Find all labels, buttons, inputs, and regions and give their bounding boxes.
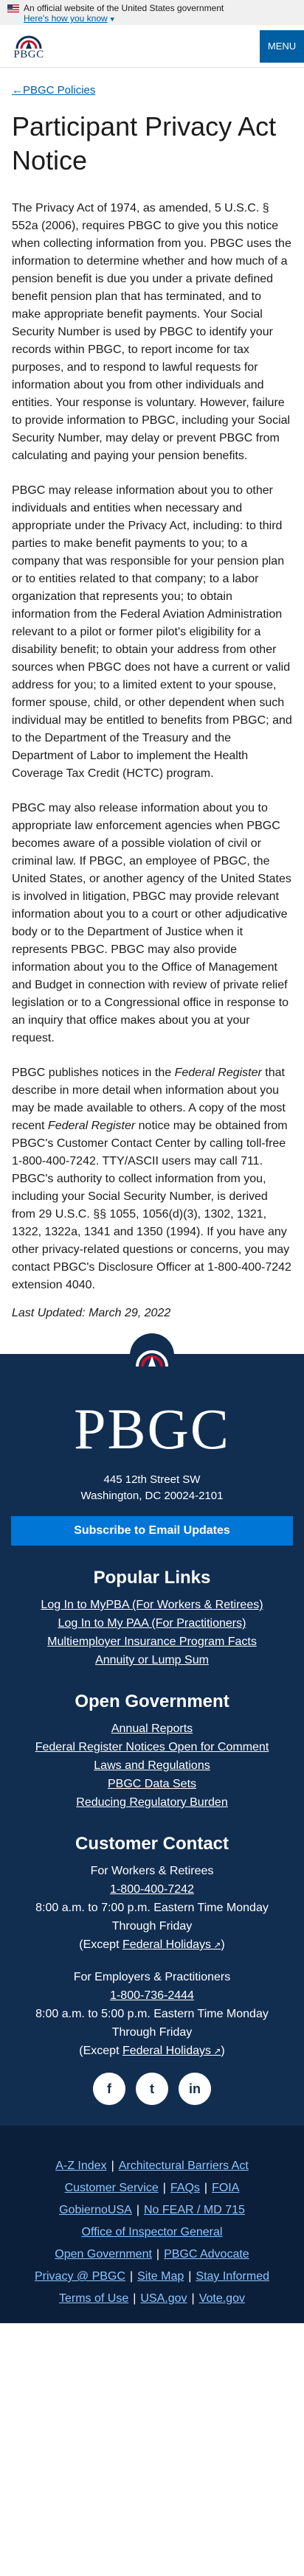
separator: | [162,2182,166,2194]
link-customer-service[interactable]: Customer Service [65,2182,159,2194]
heres-how-you-know-link[interactable]: Here's how you know [24,13,108,24]
link-reducing-burden[interactable]: Reducing Regulatory Burden [0,1793,304,1812]
page-title: Participant Privacy Act Notice [12,111,277,175]
link-pbgc-advocate[interactable]: PBGC Advocate [164,2248,249,2261]
paragraph-1: The Privacy Act of 1974, as amended, 5 U… [12,202,291,462]
separator: | [204,2182,208,2194]
link-stay-informed[interactable]: Stay Informed [196,2270,269,2283]
link-inspector-general[interactable]: Office of Inspector General [82,2226,223,2238]
bottom-row-2: Customer Service | FAQs | FOIA [12,2177,292,2199]
link-architectural-barriers[interactable]: Architectural Barriers Act [119,2160,249,2172]
site-footer: PBGC 445 12th Street SW Washington, DC 2… [0,1333,304,2126]
link-gobiernousa[interactable]: GobiernoUSA [59,2204,132,2216]
workers-hours-2: Through Friday [111,1920,193,1933]
practitioners-except-suffix: ) [221,2045,225,2057]
bottom-row-6: Privacy @ PBGC | Site Map | Stay Informed [12,2266,292,2288]
paragraph-4: PBGC publishes notices in the Federal Re… [12,1064,292,1294]
bottom-row-4: Office of Inspector General [12,2221,292,2244]
social-links: f t in [0,2073,304,2105]
link-annuity-lump-sum[interactable]: Annuity or Lump Sum [0,1651,304,1669]
us-flag-icon [7,4,19,13]
separator: | [133,2292,137,2305]
workers-except: (Except Federal Holidays) [0,1936,304,1955]
site-header: PBGC MENU [0,25,304,68]
footer-logo[interactable]: PBGC [0,1400,304,1459]
footer-address: 445 12th Street SW Washington, DC 20024-… [0,1472,304,1504]
bottom-row-1: A-Z Index | Architectural Barriers Act [12,2155,292,2177]
bottom-row-5: Open Government | PBGC Advocate [12,2244,292,2266]
separator: | [136,2204,139,2216]
link-laws-regulations[interactable]: Laws and Regulations [0,1756,304,1775]
customer-contact-heading: Customer Contact [75,1834,229,1854]
link-federal-register-notices[interactable]: Federal Register Notices Open for Commen… [0,1738,304,1756]
p4-federal-register-2: Federal Register [47,1120,136,1132]
menu-button[interactable]: MENU [260,29,304,63]
link-multiemployer-facts[interactable]: Multiemployer Insurance Program Facts [0,1633,304,1651]
workers-phone-link[interactable]: 1-800-400-7242 [0,1880,304,1899]
link-privacy[interactable]: Privacy @ PBGC [35,2270,125,2283]
separator: | [188,2270,192,2283]
link-data-sets[interactable]: PBGC Data Sets [0,1775,304,1793]
practitioners-except-prefix: (Except [79,2045,122,2057]
link-terms-of-use[interactable]: Terms of Use [59,2292,128,2305]
p4-federal-register-1: Federal Register [174,1067,262,1079]
link-no-fear[interactable]: No FEAR / MD 715 [144,2204,245,2216]
practitioners-phone-link[interactable]: 1-800-736-2444 [0,1986,304,2005]
breadcrumb-pbgc-policies[interactable]: ←PBGC Policies [12,68,292,97]
link-open-government[interactable]: Open Government [55,2248,152,2261]
separator: | [191,2292,195,2305]
workers-except-suffix: ) [221,1938,225,1951]
twitter-icon[interactable]: t [136,2073,168,2105]
practitioners-hours-2: Through Friday [111,2026,193,2039]
workers-except-prefix: (Except [79,1938,122,1951]
practitioners-holidays-link[interactable]: Federal Holidays [122,2045,221,2057]
subscribe-button[interactable]: Subscribe to Email Updates [11,1516,293,1546]
gov-banner-text-block: An official website of the United States… [24,3,224,24]
bottom-links: A-Z Index | Architectural Barriers Act Cus… [0,2126,304,2323]
last-updated: Last Updated: March 29, 2022 [12,1307,171,1319]
footer-emblem-icon [130,1333,174,1378]
link-usa-gov[interactable]: USA.gov [140,2292,187,2305]
address-line-2: Washington, DC 20024-2101 [80,1490,224,1502]
link-site-map[interactable]: Site Map [137,2270,184,2283]
linkedin-icon[interactable]: in [179,2073,211,2105]
open-government-heading: Open Government [75,1692,229,1711]
main-content: ←PBGC Policies Participant Privacy Act N… [0,68,304,1320]
pbgc-emblem-icon [15,35,42,49]
gov-banner-text: An official website of the United States… [24,3,224,13]
logo-wordmark: PBGC [13,48,44,60]
link-foia[interactable]: FOIA [212,2182,239,2194]
chevron-down-icon: ▼ [108,15,116,23]
paragraph-2: PBGC may release information about you t… [12,484,292,780]
link-vote-gov[interactable]: Vote.gov [199,2292,245,2305]
bottom-row-7: Terms of Use | USA.gov | Vote.gov [12,2288,292,2310]
link-annual-reports[interactable]: Annual Reports [0,1720,304,1738]
pbgc-logo[interactable]: PBGC [7,32,50,60]
breadcrumb-label: PBGC Policies [23,84,96,97]
workers-label: For Workers & Retirees [90,1865,214,1877]
link-mypba[interactable]: Log In to MyPBA (For Workers & Retirees) [0,1596,304,1614]
link-a-z-index[interactable]: A-Z Index [55,2160,106,2172]
separator: | [156,2248,160,2261]
facebook-icon[interactable]: f [93,2073,125,2105]
workers-holidays-link[interactable]: Federal Holidays [122,1938,221,1951]
practitioners-hours-1: 8:00 a.m. to 5:00 p.m. Eastern Time Mond… [35,2008,269,2020]
p4-part1: PBGC publishes notices in the [12,1067,175,1079]
practitioners-except: (Except Federal Holidays) [0,2042,304,2061]
popular-links-heading: Popular Links [93,1568,211,1588]
link-mypaa[interactable]: Log In to My PAA (For Practitioners) [0,1614,304,1633]
practitioners-label: For Employers & Practitioners [73,1971,231,1983]
paragraph-3: PBGC may also release information about … [12,802,291,1044]
separator: | [129,2270,134,2283]
back-arrow-icon: ← [12,84,23,97]
workers-hours-1: 8:00 a.m. to 7:00 p.m. Eastern Time Mond… [35,1902,269,1914]
separator: | [111,2160,114,2172]
address-line-1: 445 12th Street SW [103,1473,201,1486]
bottom-row-3: GobiernoUSA | No FEAR / MD 715 [12,2199,292,2221]
gov-banner: An official website of the United States… [0,0,304,25]
link-faqs[interactable]: FAQs [170,2182,200,2194]
p4-part3: notice may be obtained from PBGC's Custo… [12,1120,291,1291]
